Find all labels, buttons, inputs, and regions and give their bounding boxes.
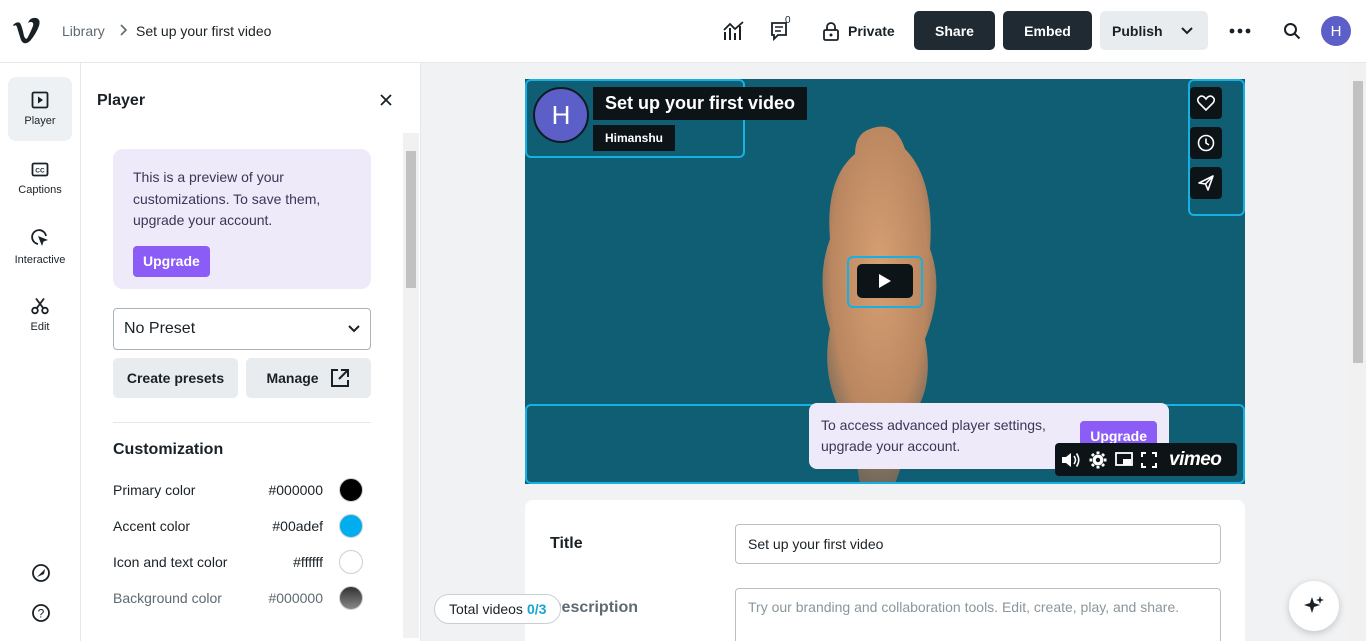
user-avatar[interactable]: H [1321, 16, 1351, 46]
ai-assistant-button[interactable] [1289, 581, 1339, 631]
description-input[interactable]: Try our branding and collaboration tools… [735, 588, 1221, 641]
panel-scrollbar-thumb[interactable] [406, 151, 416, 288]
picture-in-picture-icon[interactable] [1115, 451, 1133, 468]
color-row-primary[interactable]: Primary color #000000 [113, 478, 363, 502]
divider [113, 422, 371, 423]
preset-select[interactable]: No Preset [113, 308, 371, 350]
video-player[interactable]: H Set up your first video Himanshu To ac… [525, 79, 1245, 484]
preset-value: No Preset [124, 320, 196, 337]
share-button[interactable]: Share [914, 11, 995, 50]
settings-gear-icon[interactable] [1089, 451, 1107, 469]
video-title-overlay[interactable]: Set up your first video [593, 87, 808, 120]
vimeo-brand-logo[interactable]: vimeo [1169, 449, 1222, 471]
total-videos-label: Total videos [449, 601, 523, 617]
color-hex: #000000 [268, 590, 323, 606]
color-label: Primary color [113, 482, 196, 498]
like-button[interactable] [1190, 87, 1222, 119]
promo-upgrade-button[interactable]: Upgrade [133, 245, 210, 277]
clock-icon [1197, 134, 1215, 152]
chevron-down-icon [1180, 26, 1193, 34]
color-hex: #ffffff [293, 554, 323, 570]
color-row-accent[interactable]: Accent color #00adef [113, 514, 363, 538]
color-label: Background color [113, 590, 222, 606]
video-details-card: Title Set up your first video Descriptio… [525, 500, 1245, 641]
svg-text:?: ? [38, 607, 45, 621]
main-area: H Set up your first video Himanshu To ac… [421, 63, 1366, 641]
player-icon [31, 91, 49, 109]
embed-button[interactable]: Embed [1003, 11, 1092, 50]
panel-title: Player [97, 92, 146, 109]
customization-title: Customization [113, 441, 224, 458]
color-swatch[interactable] [339, 478, 363, 502]
rail-label-player: Player [24, 115, 56, 127]
top-bar: Library Set up your first video 0 Privat… [0, 0, 1366, 63]
promo-text: This is a preview of your customizations… [133, 169, 321, 228]
rail-label-interactive: Interactive [14, 254, 66, 266]
color-label: Icon and text color [113, 554, 228, 570]
color-hex: #00adef [272, 518, 323, 534]
title-field-label: Title [550, 535, 583, 552]
rail-item-player[interactable]: Player [8, 77, 72, 141]
svg-text:CC: CC [35, 168, 45, 175]
color-row-background[interactable]: Background color #000000 [113, 586, 363, 610]
upsell-text: To access advanced player settings, upgr… [821, 417, 1046, 454]
volume-icon[interactable] [1061, 451, 1081, 469]
chevron-right-icon [120, 24, 128, 36]
cursor-click-icon [31, 229, 48, 246]
comments-count: 0 [785, 15, 791, 26]
publish-button[interactable]: Publish [1100, 11, 1208, 50]
send-icon [1198, 175, 1214, 191]
external-link-icon [330, 369, 349, 387]
privacy-button[interactable]: Private [822, 19, 895, 43]
rail-label-captions: Captions [18, 184, 62, 196]
heart-icon [1197, 95, 1215, 111]
help-icon[interactable]: ? [30, 602, 52, 624]
more-options-icon[interactable] [1228, 19, 1252, 43]
rail-item-interactive[interactable]: Interactive [8, 215, 72, 279]
sparkle-icon [1304, 596, 1324, 613]
title-input[interactable]: Set up your first video [735, 524, 1221, 564]
cc-icon: CC [31, 162, 49, 177]
play-icon [879, 274, 891, 288]
share-video-button[interactable] [1190, 167, 1222, 199]
breadcrumb-library[interactable]: Library [62, 23, 105, 39]
color-swatch[interactable] [339, 514, 363, 538]
rail-label-edit: Edit [30, 321, 50, 333]
search-icon[interactable] [1280, 19, 1304, 43]
theme-icon[interactable] [30, 562, 52, 584]
description-field-label: Description [550, 599, 639, 616]
total-videos-value: 0/3 [526, 601, 547, 617]
manage-button[interactable]: Manage [246, 358, 371, 398]
color-hex: #000000 [268, 482, 323, 498]
close-icon[interactable] [379, 93, 393, 107]
player-settings-panel: Player This is a preview of your customi… [81, 63, 421, 641]
main-scrollbar-thumb[interactable] [1353, 81, 1363, 363]
total-videos-pill[interactable]: Total videos 0/3 [434, 594, 562, 624]
manage-label: Manage [266, 370, 319, 386]
comments-icon[interactable]: 0 [770, 15, 794, 43]
video-author-overlay[interactable]: Himanshu [593, 125, 676, 151]
vimeo-logo-icon[interactable] [11, 17, 41, 45]
fullscreen-icon[interactable] [1141, 451, 1157, 468]
publish-label: Publish [1112, 22, 1163, 39]
play-button[interactable] [857, 264, 913, 298]
chevron-down-icon [348, 325, 360, 333]
lock-icon [823, 22, 839, 41]
left-rail: Player CC Captions Interactive Edit ? [0, 63, 81, 641]
player-controls: vimeo [1055, 443, 1237, 476]
create-presets-button[interactable]: Create presets [113, 358, 238, 398]
video-author-avatar[interactable]: H [533, 87, 589, 143]
analytics-icon[interactable] [722, 19, 746, 43]
color-label: Accent color [113, 518, 191, 534]
rail-item-edit[interactable]: Edit [8, 283, 72, 347]
color-row-icon-text[interactable]: Icon and text color #ffffff [113, 550, 363, 574]
watch-later-button[interactable] [1190, 127, 1222, 159]
color-swatch[interactable] [339, 586, 363, 610]
scissors-icon [31, 297, 49, 315]
upgrade-promo: This is a preview of your customizations… [113, 149, 371, 289]
breadcrumb-current: Set up your first video [136, 23, 272, 39]
color-swatch[interactable] [339, 550, 363, 574]
privacy-label: Private [848, 23, 895, 39]
rail-item-captions[interactable]: CC Captions [8, 147, 72, 211]
